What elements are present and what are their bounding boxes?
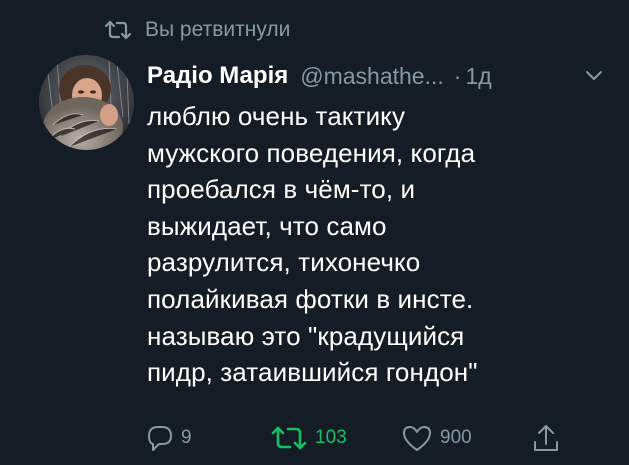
- tweet-timestamp[interactable]: 1д: [465, 63, 491, 90]
- retweet-context-label: Вы ретвитнули: [145, 18, 291, 41]
- tweet-actions: 9 103 900: [145, 420, 615, 456]
- share-button[interactable]: [531, 420, 561, 456]
- share-icon: [531, 422, 561, 454]
- reply-count: 9: [181, 427, 192, 448]
- user-handle[interactable]: @mashathe...: [300, 63, 444, 90]
- like-count: 900: [440, 427, 472, 448]
- heart-icon: [400, 423, 434, 453]
- tweet-text: люблю очень тактику мужского поведения, …: [147, 101, 478, 388]
- reply-button[interactable]: 9: [145, 420, 192, 456]
- display-name[interactable]: Радіо Марія: [147, 62, 288, 90]
- retweet-button[interactable]: 103: [269, 420, 347, 456]
- retweet-context: Вы ретвитнули: [103, 14, 290, 46]
- retweet-count: 103: [315, 427, 347, 448]
- retweet-icon: [269, 423, 309, 453]
- separator-dot: ·: [453, 62, 462, 89]
- chevron-down-icon[interactable]: [582, 66, 606, 84]
- reply-icon: [145, 423, 175, 453]
- retweet-icon: [103, 19, 133, 41]
- like-button[interactable]: 900: [400, 420, 472, 456]
- tweet-header: Радіо Марія @mashathe... · 1д: [147, 56, 492, 96]
- avatar[interactable]: [39, 55, 134, 150]
